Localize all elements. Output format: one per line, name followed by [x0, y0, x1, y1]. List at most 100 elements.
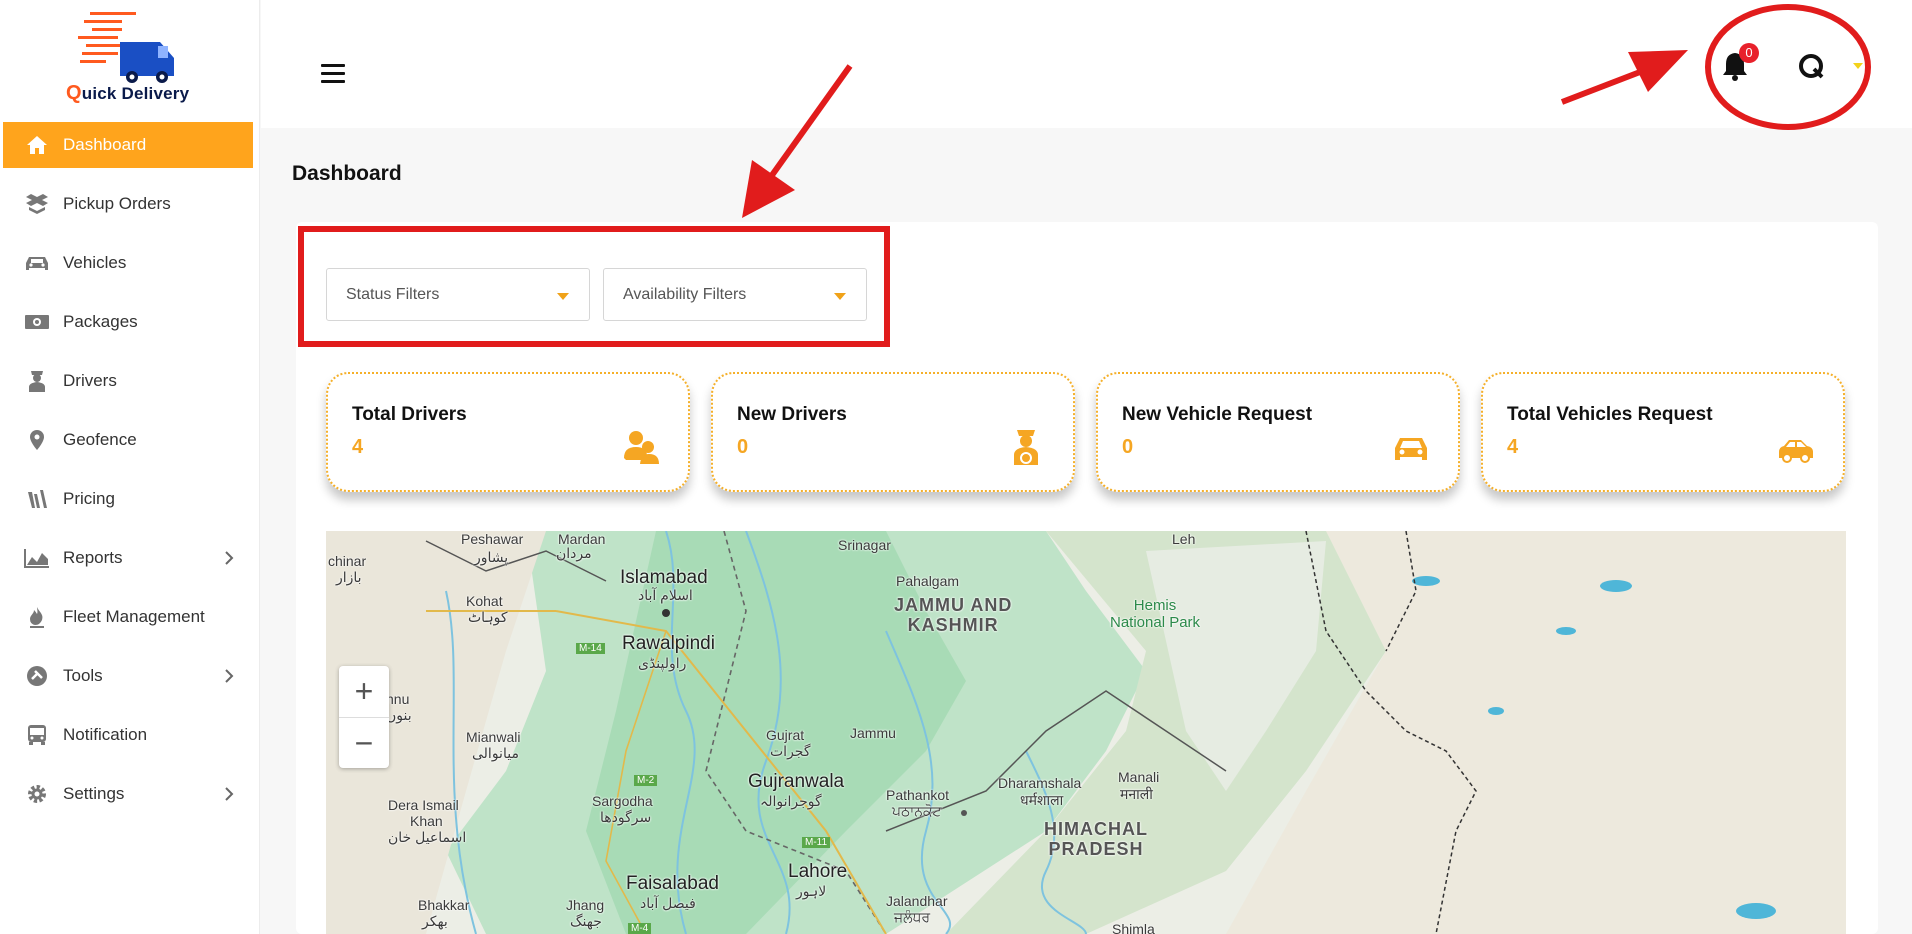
map-label: Srinagar	[838, 537, 891, 553]
sidebar-item-label: Tools	[63, 666, 103, 685]
sidebar-item-label: Reports	[63, 548, 123, 567]
stat-label: Total Vehicles Request	[1507, 404, 1713, 425]
map-label: بازار	[336, 569, 362, 585]
map-label: لاہور	[796, 883, 827, 899]
map-label: Manali	[1118, 769, 1160, 785]
map-label: Dharamshala	[998, 775, 1082, 791]
car-icon	[23, 251, 51, 275]
sidebar-nav: Dashboard Pickup Orders Vehicles Package…	[3, 122, 253, 830]
sidebar-item-label: Geofence	[63, 430, 137, 449]
sidebar-item-dashboard[interactable]: Dashboard	[3, 122, 253, 168]
map-label: Shimla	[1112, 921, 1155, 934]
stat-card-new-drivers[interactable]: New Drivers 0	[711, 372, 1075, 492]
home-icon	[23, 133, 51, 157]
status-filter-select[interactable]: Status Filters	[326, 268, 590, 321]
map-label: Kohat	[466, 593, 503, 609]
stat-label: New Drivers	[737, 404, 847, 425]
map-view[interactable]: Peshawar پشاور Mardan مردان chinar بازار…	[326, 531, 1846, 934]
map-label: سرگودھا	[600, 809, 652, 825]
map-label: nnu	[386, 691, 410, 707]
availability-filter-select[interactable]: Availability Filters	[603, 268, 867, 321]
map-label: گوجرانوالہ	[760, 793, 822, 809]
map-label: मनाली	[1120, 786, 1153, 802]
page-title: Dashboard	[292, 162, 402, 185]
brand-name: Quick Delivery	[66, 82, 190, 104]
sidebar-item-tools[interactable]: Tools	[3, 653, 253, 699]
highway-shield: M-4	[628, 923, 652, 934]
map-label: فیصل آباد	[640, 895, 696, 911]
stat-card-total-vehicles-request[interactable]: Total Vehicles Request 4	[1481, 372, 1845, 492]
notification-badge: 0	[1739, 43, 1759, 63]
map-label: Rawalpindi	[622, 633, 715, 654]
map-label: Khan	[410, 813, 443, 829]
sidebar-item-label: Dashboard	[63, 135, 147, 154]
map-label: Gujranwala	[748, 771, 845, 792]
highway-shield: M-2	[634, 775, 658, 786]
map-zoom-control: + −	[339, 666, 389, 768]
bus-icon	[23, 723, 51, 747]
money-icon	[23, 310, 51, 334]
map-region-label: JAMMU AND KASHMIR	[894, 595, 1013, 635]
car-side-icon	[1777, 428, 1815, 466]
sidebar-item-pickup-orders[interactable]: Pickup Orders	[3, 181, 253, 227]
map-label: کوہاٹ	[468, 609, 508, 625]
sidebar-item-geofence[interactable]: Geofence	[3, 417, 253, 463]
map-label: Peshawar	[461, 531, 524, 547]
map-label: گجرات	[770, 743, 811, 759]
zoom-out-button[interactable]: −	[339, 717, 389, 768]
sidebar-item-notification[interactable]: Notification	[3, 712, 253, 758]
sidebar-item-reports[interactable]: Reports	[3, 535, 253, 581]
highway-shield: M-11	[802, 837, 831, 848]
chevron-right-icon	[219, 548, 239, 568]
map-label: Jammu	[850, 725, 896, 741]
availability-filter-placeholder: Availability Filters	[623, 285, 747, 303]
profile-avatar-icon[interactable]	[1795, 50, 1829, 84]
stat-label: New Vehicle Request	[1122, 404, 1313, 425]
car-icon	[1392, 428, 1430, 466]
sidebar-item-label: Settings	[63, 784, 125, 803]
sidebar-item-pricing[interactable]: Pricing	[3, 476, 253, 522]
map-label: ਜਲੰਧਰ	[894, 909, 931, 925]
map-canvas	[326, 531, 1846, 934]
zoom-in-button[interactable]: +	[339, 666, 389, 717]
map-label: راولپنڈی	[638, 655, 687, 671]
sidebar-item-label: Notification	[63, 725, 148, 744]
sidebar-item-packages[interactable]: Packages	[3, 299, 253, 345]
sidebar-item-drivers[interactable]: Drivers	[3, 358, 253, 404]
area-chart-icon	[23, 546, 51, 570]
sidebar: Quick Delivery Dashboard Pickup Orders V…	[0, 0, 260, 934]
topbar: 0	[261, 0, 1912, 128]
sidebar-item-label: Vehicles	[63, 253, 127, 272]
map-label: chinar	[328, 553, 367, 569]
map-label: Leh	[1172, 531, 1196, 547]
map-label: Faisalabad	[626, 873, 719, 894]
sidebar-item-label: Pricing	[63, 489, 115, 508]
sidebar-item-label: Packages	[63, 312, 138, 331]
map-label: Jalandhar	[886, 893, 948, 909]
stat-value: 0	[1122, 436, 1134, 458]
map-region-label: HIMACHAL PRADESH	[1044, 819, 1148, 859]
profile-dropdown-caret-icon[interactable]	[1853, 63, 1863, 69]
sidebar-item-label: Drivers	[63, 371, 117, 390]
map-label: Gujrat	[766, 727, 805, 743]
sidebar-item-fleet-management[interactable]: Fleet Management	[3, 594, 253, 640]
map-park-label: Hemis National Park	[1110, 597, 1201, 631]
map-pin-icon	[23, 428, 51, 452]
stat-card-total-drivers[interactable]: Total Drivers 4	[326, 372, 690, 492]
menu-toggle-icon[interactable]	[321, 64, 345, 86]
chevron-right-icon	[219, 666, 239, 686]
map-label: مردان	[556, 545, 592, 561]
tools-icon	[23, 664, 51, 688]
sidebar-item-vehicles[interactable]: Vehicles	[3, 240, 253, 286]
stat-value: 4	[1507, 436, 1519, 458]
pricing-icon	[23, 487, 51, 511]
stat-card-new-vehicle-request[interactable]: New Vehicle Request 0	[1096, 372, 1460, 492]
boxes-icon	[23, 192, 51, 216]
map-label: جھنگ	[570, 913, 602, 929]
sidebar-item-label: Fleet Management	[63, 607, 205, 626]
users-icon	[622, 428, 660, 466]
sidebar-item-settings[interactable]: Settings	[3, 771, 253, 817]
stat-value: 0	[737, 436, 749, 458]
stat-value: 4	[352, 436, 364, 458]
brand-logo[interactable]: Quick Delivery	[62, 10, 202, 105]
